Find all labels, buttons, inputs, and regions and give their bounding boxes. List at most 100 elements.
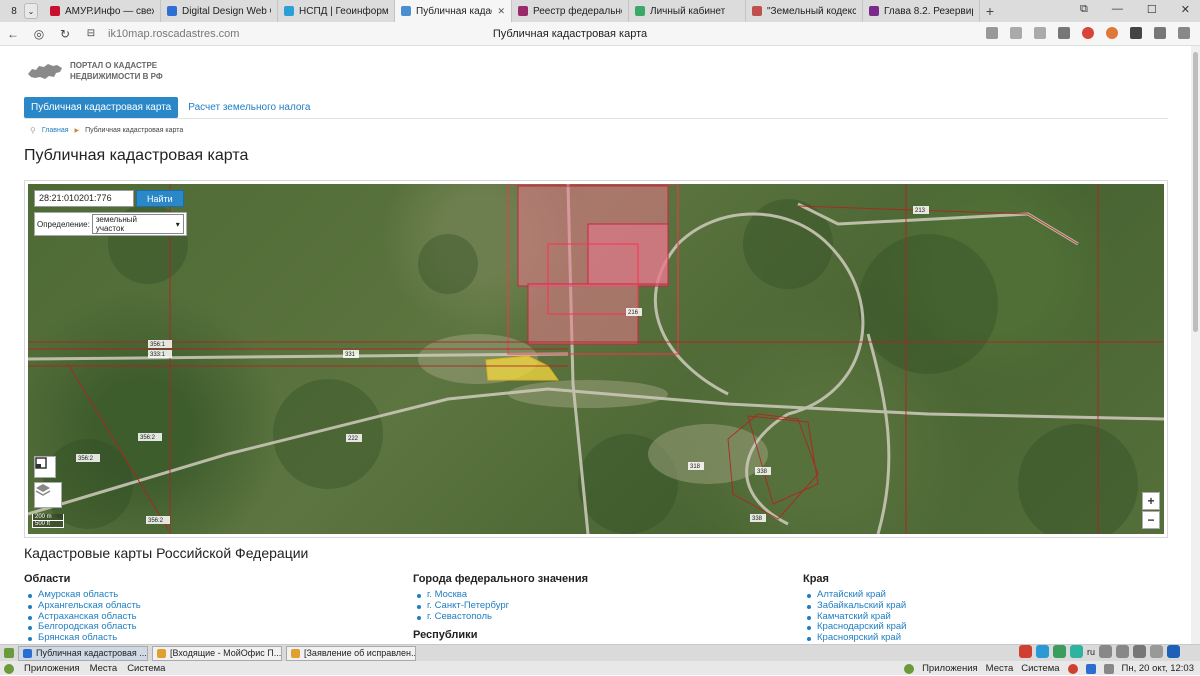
tab-favicon-icon (284, 6, 294, 16)
battery-icon[interactable] (1133, 645, 1146, 658)
menu-applications[interactable]: Приложения (24, 663, 80, 674)
breadcrumb: ⚲ Главная ▶ Публичная кадастровая карта (30, 126, 183, 135)
extension-red-icon[interactable] (1082, 27, 1094, 39)
find-button[interactable]: Найти (136, 190, 184, 207)
browser-tab[interactable]: Digital Design Web Clie (161, 0, 278, 22)
parcel-label[interactable]: 356:2 (76, 454, 100, 462)
keyboard-layout-indicator[interactable]: ru (1087, 647, 1095, 657)
apps-icon[interactable] (986, 27, 998, 39)
extension-dark-icon[interactable] (1130, 27, 1142, 39)
tray-office-icon[interactable] (1035, 645, 1049, 658)
menu-system[interactable]: Система (127, 663, 165, 674)
apps-menu-icon[interactable] (4, 663, 14, 674)
nav-land-tax-calculator[interactable]: Расчет земельного налога (186, 97, 312, 118)
copy-icon[interactable] (1010, 27, 1022, 39)
city-link[interactable]: г. Санкт-Петербург (413, 600, 588, 612)
cadastral-number-input[interactable]: 28:21:010201:776 (34, 190, 134, 207)
restore-tabs-icon[interactable]: ⧉ (1080, 3, 1088, 16)
network-icon[interactable] (1116, 645, 1129, 658)
browser-tab[interactable]: НСПД | Геоинформаци (278, 0, 395, 22)
parcel-label[interactable]: 216 (626, 308, 642, 316)
tray-people-icon[interactable] (1103, 663, 1114, 674)
tab-title: Глава 8.2. Резервиров (884, 5, 973, 17)
parcel-label[interactable]: 222 (346, 434, 362, 442)
new-tab-button[interactable]: + (980, 3, 1000, 19)
scrollbar-thumb[interactable] (1193, 52, 1198, 332)
layers-icon (35, 484, 51, 496)
browser-tab[interactable]: Публичная кадастр ✕ (395, 0, 512, 22)
svg-text:333:1: 333:1 (150, 352, 166, 358)
satellite-map[interactable]: 356:1 333:1 331 222 356:2 356:2 356:2 213 216 318… (28, 184, 1164, 534)
parcel-label[interactable]: 338 (755, 467, 771, 475)
bluetooth-icon[interactable] (1167, 645, 1180, 658)
sync-icon[interactable] (1034, 27, 1046, 39)
toolbar-icons (986, 27, 1190, 39)
breadcrumb-home-link[interactable]: Главная (42, 127, 69, 134)
page-scrollbar[interactable] (1191, 46, 1200, 644)
close-tab-icon[interactable]: ✕ (497, 6, 505, 17)
parcel-label[interactable]: 356:1 (148, 340, 172, 348)
parcel-label[interactable]: 213 (913, 206, 929, 214)
krai-link[interactable]: Забайкальский край (803, 600, 906, 612)
krai-link[interactable]: Красноярский край (803, 632, 906, 644)
region-link[interactable]: Архангельская область (24, 600, 141, 612)
nav-public-cadastral-map[interactable]: Публичная кадастровая карта (24, 97, 179, 118)
region-link[interactable]: Брянская область (24, 632, 141, 644)
browser-tab[interactable]: Реестр федерального (512, 0, 629, 22)
parcel-label[interactable]: 331 (343, 350, 359, 358)
minimize-window-button[interactable]: — (1112, 3, 1123, 16)
parcel-label[interactable]: 356:2 (138, 433, 162, 441)
tab-count-badge[interactable]: 8 (4, 3, 24, 19)
menu-places[interactable]: Места (90, 663, 118, 674)
site-logo[interactable]: ПОРТАЛ О КАДАСТРЕ НЕДВИЖИМОСТИ В РФ (26, 60, 163, 82)
kraya-list: Алтайский край Забайкальский край Камчатск… (803, 589, 906, 644)
browser-tab[interactable]: Глава 8.2. Резервиров (863, 0, 980, 22)
parcel-label[interactable]: 318 (688, 462, 704, 470)
taskbar-window-button[interactable]: [Входящие - МойОфис П... (152, 645, 282, 661)
browser-tab[interactable]: "Земельный кодекс Ро (746, 0, 863, 22)
parcel-label[interactable]: 356:2 (146, 516, 170, 524)
extension-puzzle-icon[interactable] (1154, 27, 1166, 39)
tray-app-icon[interactable] (1052, 645, 1066, 658)
tray-blue-icon[interactable] (1085, 663, 1096, 674)
taskbar-window-button[interactable]: [Заявление об исправлен... (286, 645, 416, 661)
maximize-window-button[interactable]: ☐ (1147, 3, 1157, 16)
zoom-out-button[interactable]: − (1142, 511, 1160, 529)
extension-orange-icon[interactable] (1106, 27, 1118, 39)
kraya-heading: Края (803, 573, 829, 585)
shield-icon[interactable]: ◎ (26, 27, 52, 41)
menu-places-right[interactable]: Места (986, 663, 1014, 674)
zoom-in-button[interactable]: + (1142, 492, 1160, 510)
cities-heading: Города федерального значения (413, 573, 589, 585)
parcel-label[interactable]: 338 (750, 514, 766, 522)
volume-icon[interactable] (1099, 645, 1112, 658)
map-container: 356:1 333:1 331 222 356:2 356:2 356:2 213 216 318… (24, 180, 1168, 538)
download-icon[interactable] (1178, 27, 1190, 39)
tray-browser-icon[interactable] (1018, 645, 1032, 658)
show-desktop-icon[interactable] (4, 648, 14, 658)
clock[interactable]: Пн, 20 окт, 12:03 (1122, 663, 1194, 674)
browser-tab[interactable]: Личный кабинет (629, 0, 746, 22)
mail-icon[interactable] (1150, 645, 1163, 658)
back-button[interactable]: ← (0, 27, 26, 41)
fullscreen-button[interactable] (34, 456, 56, 478)
menu-applications-right[interactable]: Приложения (922, 663, 978, 674)
definition-select[interactable]: земельный участок ▾ (91, 214, 184, 234)
taskbar-window-button[interactable]: Публичная кадастровая ... (18, 645, 148, 661)
close-window-button[interactable]: ✕ (1181, 3, 1190, 16)
browser-tab[interactable]: АМУР.Инфо — свежие (44, 0, 161, 22)
tab-title: Личный кабинет (650, 5, 726, 17)
city-link[interactable]: г. Севастополь (413, 611, 588, 623)
bookmark-icon[interactable] (1058, 27, 1070, 39)
layers-button[interactable] (34, 482, 62, 508)
site-info-icon[interactable]: ⊟ (78, 28, 104, 39)
url-field[interactable]: ik10map.roscadastres.com (108, 28, 239, 40)
page-content: ПОРТАЛ О КАДАСТРЕ НЕДВИЖИМОСТИ В РФ Публ… (0, 46, 1191, 644)
parcel-label[interactable]: 333:1 (148, 350, 172, 358)
menu-system-right[interactable]: Система (1021, 663, 1059, 674)
tab-list-dropdown-icon[interactable]: ⌄ (24, 3, 38, 19)
reload-button[interactable]: ↻ (52, 27, 78, 41)
tray-red-icon[interactable] (1067, 663, 1078, 674)
tray-k-icon[interactable] (1069, 645, 1083, 658)
apps-menu-icon-right[interactable] (904, 663, 915, 674)
